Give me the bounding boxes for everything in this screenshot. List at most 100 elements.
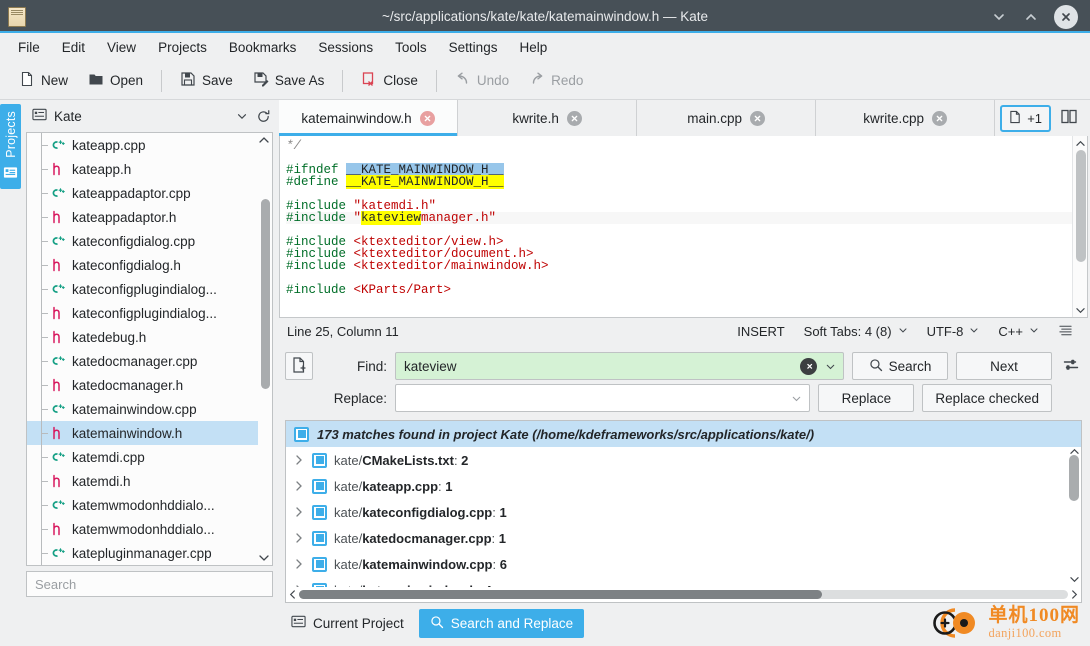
- menu-help[interactable]: Help: [509, 36, 557, 59]
- tree-scroll-down-arrow[interactable]: [258, 553, 270, 563]
- file-tree-item[interactable]: kateconfigdialog.cpp: [27, 229, 258, 253]
- select-all-results-checkbox[interactable]: [294, 426, 309, 442]
- results-scroll-right-arrow[interactable]: [1068, 589, 1081, 600]
- file-tree-item[interactable]: kateappadaptor.cpp: [27, 181, 258, 205]
- bottom-tab-current-project[interactable]: Current Project: [280, 608, 415, 638]
- project-dropdown-chevron-down-icon[interactable]: [235, 109, 249, 123]
- save-as-button[interactable]: Save As: [244, 67, 334, 94]
- tab-kwrite-cpp[interactable]: kwrite.cpp: [816, 100, 996, 136]
- tab-close-icon[interactable]: [419, 110, 435, 126]
- search-result-row[interactable]: kate/katemainwindow.cpp: 6: [286, 551, 1081, 577]
- maximize-button[interactable]: [1022, 8, 1040, 26]
- search-result-row[interactable]: kate/CMakeLists.txt: 2: [286, 447, 1081, 473]
- replace-history-chevron-down-icon[interactable]: [787, 392, 805, 405]
- search-result-row[interactable]: kate/katedocmanager.cpp: 1: [286, 525, 1081, 551]
- file-tree-item[interactable]: kateapp.h: [27, 157, 258, 181]
- results-vertical-scrollbar[interactable]: [1068, 447, 1080, 586]
- more-documents-button[interactable]: +1: [1000, 104, 1052, 132]
- tab-main-cpp[interactable]: main.cpp: [637, 100, 817, 136]
- result-checkbox[interactable]: [312, 556, 327, 572]
- result-checkbox[interactable]: [312, 530, 327, 546]
- minimize-button[interactable]: [990, 8, 1008, 26]
- find-input[interactable]: kateview: [395, 352, 844, 380]
- project-file-tree[interactable]: kateapp.cpp kateapp.h kateappadaptor.cpp ka…: [26, 132, 273, 566]
- file-tree-item[interactable]: katemdi.h: [27, 469, 258, 493]
- file-tree-item[interactable]: katemainwindow.cpp: [27, 397, 258, 421]
- indent-lines-button[interactable]: [1049, 323, 1082, 341]
- code-editor[interactable]: */ #ifndef __KATE_MAINWINDOW_H__ #define …: [279, 136, 1088, 318]
- search-result-row[interactable]: kate/kateconfigdialog.cpp: 1: [286, 499, 1081, 525]
- editor-scroll-up-arrow[interactable]: [1073, 136, 1087, 150]
- file-tree-item[interactable]: katemainwindow.h: [27, 421, 258, 445]
- code-content[interactable]: */ #ifndef __KATE_MAINWINDOW_H__ #define …: [280, 136, 1087, 296]
- menu-sessions[interactable]: Sessions: [308, 36, 383, 59]
- find-history-chevron-down-icon[interactable]: [821, 360, 839, 373]
- replace-button[interactable]: Replace: [818, 384, 915, 412]
- results-vertical-scrollbar-thumb[interactable]: [1069, 455, 1079, 501]
- result-checkbox[interactable]: [312, 452, 327, 468]
- expand-chevron-right-icon[interactable]: [292, 454, 305, 466]
- result-checkbox[interactable]: [312, 504, 327, 520]
- menu-projects[interactable]: Projects: [148, 36, 217, 59]
- menu-view[interactable]: View: [97, 36, 146, 59]
- tab-katemainwindow-h[interactable]: katemainwindow.h: [279, 100, 459, 136]
- split-view-button[interactable]: [1055, 105, 1083, 131]
- file-tree-item[interactable]: katepluginmanager.cpp: [27, 541, 258, 565]
- new-search-tab-button[interactable]: [285, 352, 313, 380]
- file-tree-item[interactable]: katedocmanager.cpp: [27, 349, 258, 373]
- tab-close-icon[interactable]: [566, 110, 582, 126]
- file-tree-item[interactable]: katemdi.cpp: [27, 445, 258, 469]
- next-button[interactable]: Next: [956, 352, 1052, 380]
- tab-kwrite-h[interactable]: kwrite.h: [458, 100, 638, 136]
- project-search-input[interactable]: Search: [26, 571, 273, 597]
- replace-checked-button[interactable]: Replace checked: [922, 384, 1052, 412]
- new-button[interactable]: New: [10, 67, 77, 94]
- close-document-button[interactable]: Close: [352, 67, 427, 94]
- results-hscroll-track[interactable]: [299, 590, 1068, 599]
- project-reload-icon[interactable]: [256, 109, 271, 124]
- expand-chevron-right-icon[interactable]: [292, 506, 305, 518]
- tab-close-icon[interactable]: [932, 110, 948, 126]
- editor-scrollbar[interactable]: [1072, 136, 1087, 317]
- file-tree-item[interactable]: kateconfigplugindialog...: [27, 277, 258, 301]
- close-button[interactable]: [1054, 4, 1078, 29]
- results-hscroll-thumb[interactable]: [299, 590, 822, 599]
- results-scroll-left-arrow[interactable]: [286, 589, 299, 600]
- replace-input[interactable]: [395, 384, 811, 412]
- menu-settings[interactable]: Settings: [439, 36, 508, 59]
- editor-scrollbar-thumb[interactable]: [1076, 150, 1086, 262]
- open-button[interactable]: Open: [79, 67, 152, 94]
- results-horizontal-scrollbar[interactable]: [286, 587, 1081, 602]
- editor-scroll-down-arrow[interactable]: [1073, 303, 1087, 317]
- search-result-row[interactable]: kate/kateapp.cpp: 1: [286, 473, 1081, 499]
- file-tree-item[interactable]: katedocmanager.h: [27, 373, 258, 397]
- menu-file[interactable]: File: [8, 36, 50, 59]
- file-tree-item[interactable]: katedebug.h: [27, 325, 258, 349]
- search-results-list[interactable]: 173 matches found in project Kate (/home…: [285, 420, 1082, 603]
- file-tree-item[interactable]: kateconfigplugindialog...: [27, 301, 258, 325]
- file-tree-item[interactable]: kateappadaptor.h: [27, 205, 258, 229]
- clear-text-icon[interactable]: [800, 357, 817, 375]
- result-checkbox[interactable]: [312, 478, 327, 494]
- menu-tools[interactable]: Tools: [385, 36, 437, 59]
- menu-edit[interactable]: Edit: [52, 36, 95, 59]
- expand-chevron-right-icon[interactable]: [292, 558, 305, 570]
- sidebar-tab-projects[interactable]: Projects: [0, 104, 21, 189]
- bottom-tab-search-and-replace[interactable]: Search and Replace: [418, 608, 585, 638]
- expand-chevron-right-icon[interactable]: [292, 532, 305, 544]
- search-button[interactable]: Search: [852, 352, 948, 380]
- file-tree-item[interactable]: katemwmodonhddialo...: [27, 517, 258, 541]
- expand-chevron-right-icon[interactable]: [292, 480, 305, 492]
- file-tree-item[interactable]: katemwmodonhddialo...: [27, 493, 258, 517]
- file-tree-scrollbar[interactable]: [260, 147, 271, 551]
- menu-bookmarks[interactable]: Bookmarks: [219, 36, 307, 59]
- soft-tabs-selector[interactable]: Soft Tabs: 4 (8): [795, 324, 918, 339]
- file-tree-item[interactable]: kateapp.cpp: [27, 133, 258, 157]
- results-scroll-down-arrow[interactable]: [1068, 575, 1080, 584]
- file-tree-item[interactable]: kateconfigdialog.h: [27, 253, 258, 277]
- search-options-button[interactable]: [1060, 357, 1082, 376]
- tab-close-icon[interactable]: [750, 110, 765, 126]
- file-tree-scrollbar-thumb[interactable]: [261, 199, 270, 389]
- language-selector[interactable]: C++: [989, 324, 1049, 339]
- encoding-selector[interactable]: UTF-8: [918, 324, 990, 339]
